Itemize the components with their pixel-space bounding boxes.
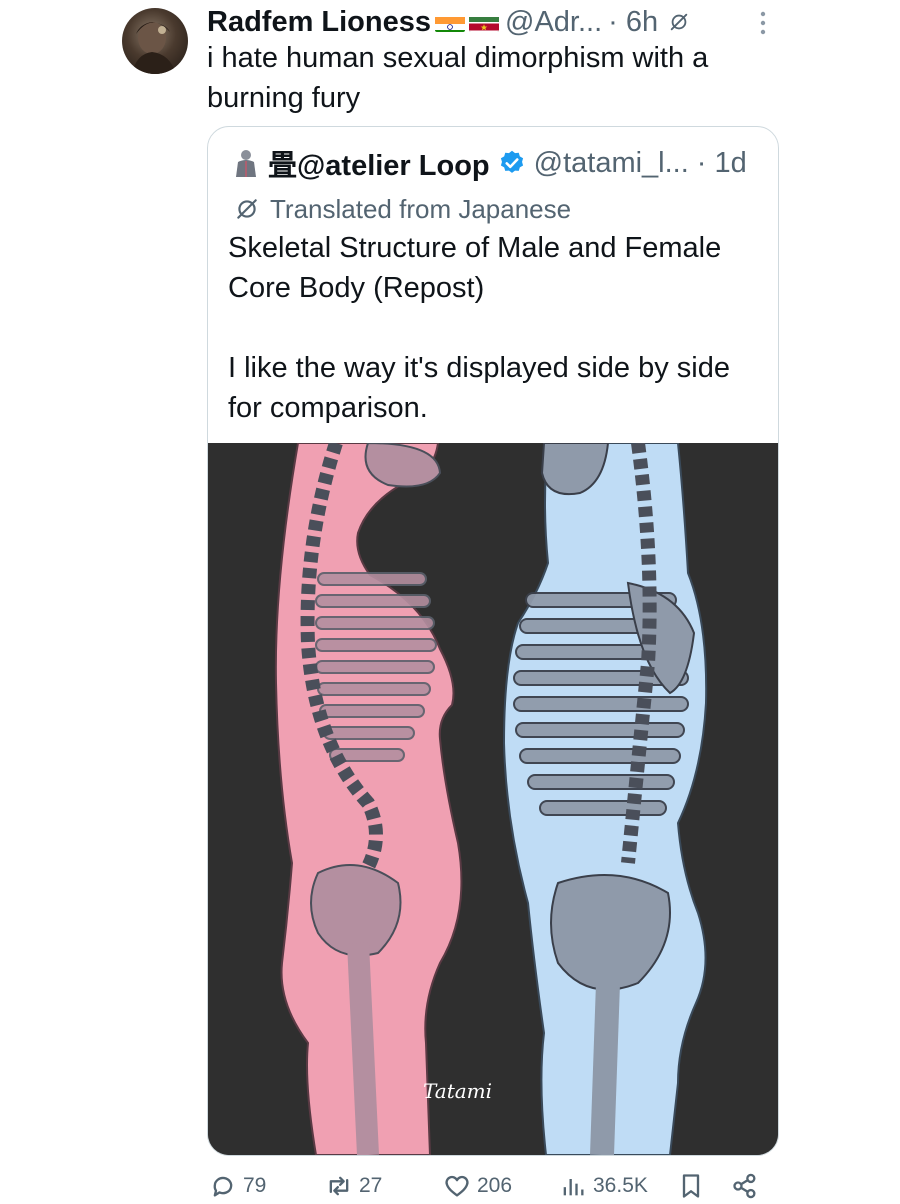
tweet-text: i hate human sexual dimorphism with a bu… [207,42,709,114]
skeleton-illustration: Tatami [208,440,778,1155]
translated-label: Translated from Japanese [270,193,572,224]
share-button[interactable] [731,1168,765,1204]
tweet-header: Radfem Lioness @Adr... · 6h [207,2,768,42]
india-flag-icon [435,12,465,32]
quoted-avatar[interactable] [230,147,262,179]
share-icon [733,1173,756,1199]
artist-signature: Tatami [423,1079,492,1103]
translation-icon [670,13,688,31]
heart-icon [445,1175,469,1197]
quoted-handle[interactable]: @tatami_l... [534,147,689,180]
quoted-tweet[interactable]: 畳@atelier Loop @tatami_l... · 1d Transla… [207,126,779,1156]
reply-count: 79 [243,1174,267,1197]
more-options-icon[interactable] [753,8,773,38]
repost-icon [329,1176,349,1196]
quoted-timestamp[interactable]: · 1d [697,147,747,180]
views-chart-icon [563,1179,584,1196]
avatar[interactable] [122,8,188,74]
reply-button[interactable]: 79 [209,1168,266,1204]
reply-icon [213,1176,233,1197]
verified-badge-icon [500,150,523,173]
quoted-tweet-text: Skeletal Structure of Male and Female Co… [228,232,731,424]
suriname-flag-icon [469,12,499,32]
female-femur [347,942,379,1155]
display-name[interactable]: Radfem Lioness [207,6,431,39]
action-bar: 79 27 206 36.5K [207,1168,777,1204]
skeleton-comparison-image[interactable]: Tatami [208,440,778,1155]
male-femur [590,982,620,1155]
repost-count: 27 [359,1174,383,1197]
views-button[interactable]: 36.5K [559,1168,648,1204]
avatar-photo [132,22,176,74]
translation-icon [237,199,257,219]
female-pelvis [310,864,402,957]
translated-notice[interactable]: Translated from Japanese [234,191,571,227]
repost-button[interactable]: 27 [325,1168,382,1204]
quoted-tweet-header: 畳@atelier Loop @tatami_l... · 1d [230,143,747,183]
bookmark-icon [682,1174,700,1198]
timestamp[interactable]: · 6h [608,6,658,39]
handle[interactable]: @Adr... [505,6,602,39]
bookmark-button[interactable] [677,1168,711,1204]
quoted-display-name[interactable]: 畳@atelier Loop [268,142,490,184]
like-button[interactable]: 206 [443,1168,512,1204]
like-count: 206 [477,1174,513,1197]
view-count: 36.5K [593,1174,648,1197]
